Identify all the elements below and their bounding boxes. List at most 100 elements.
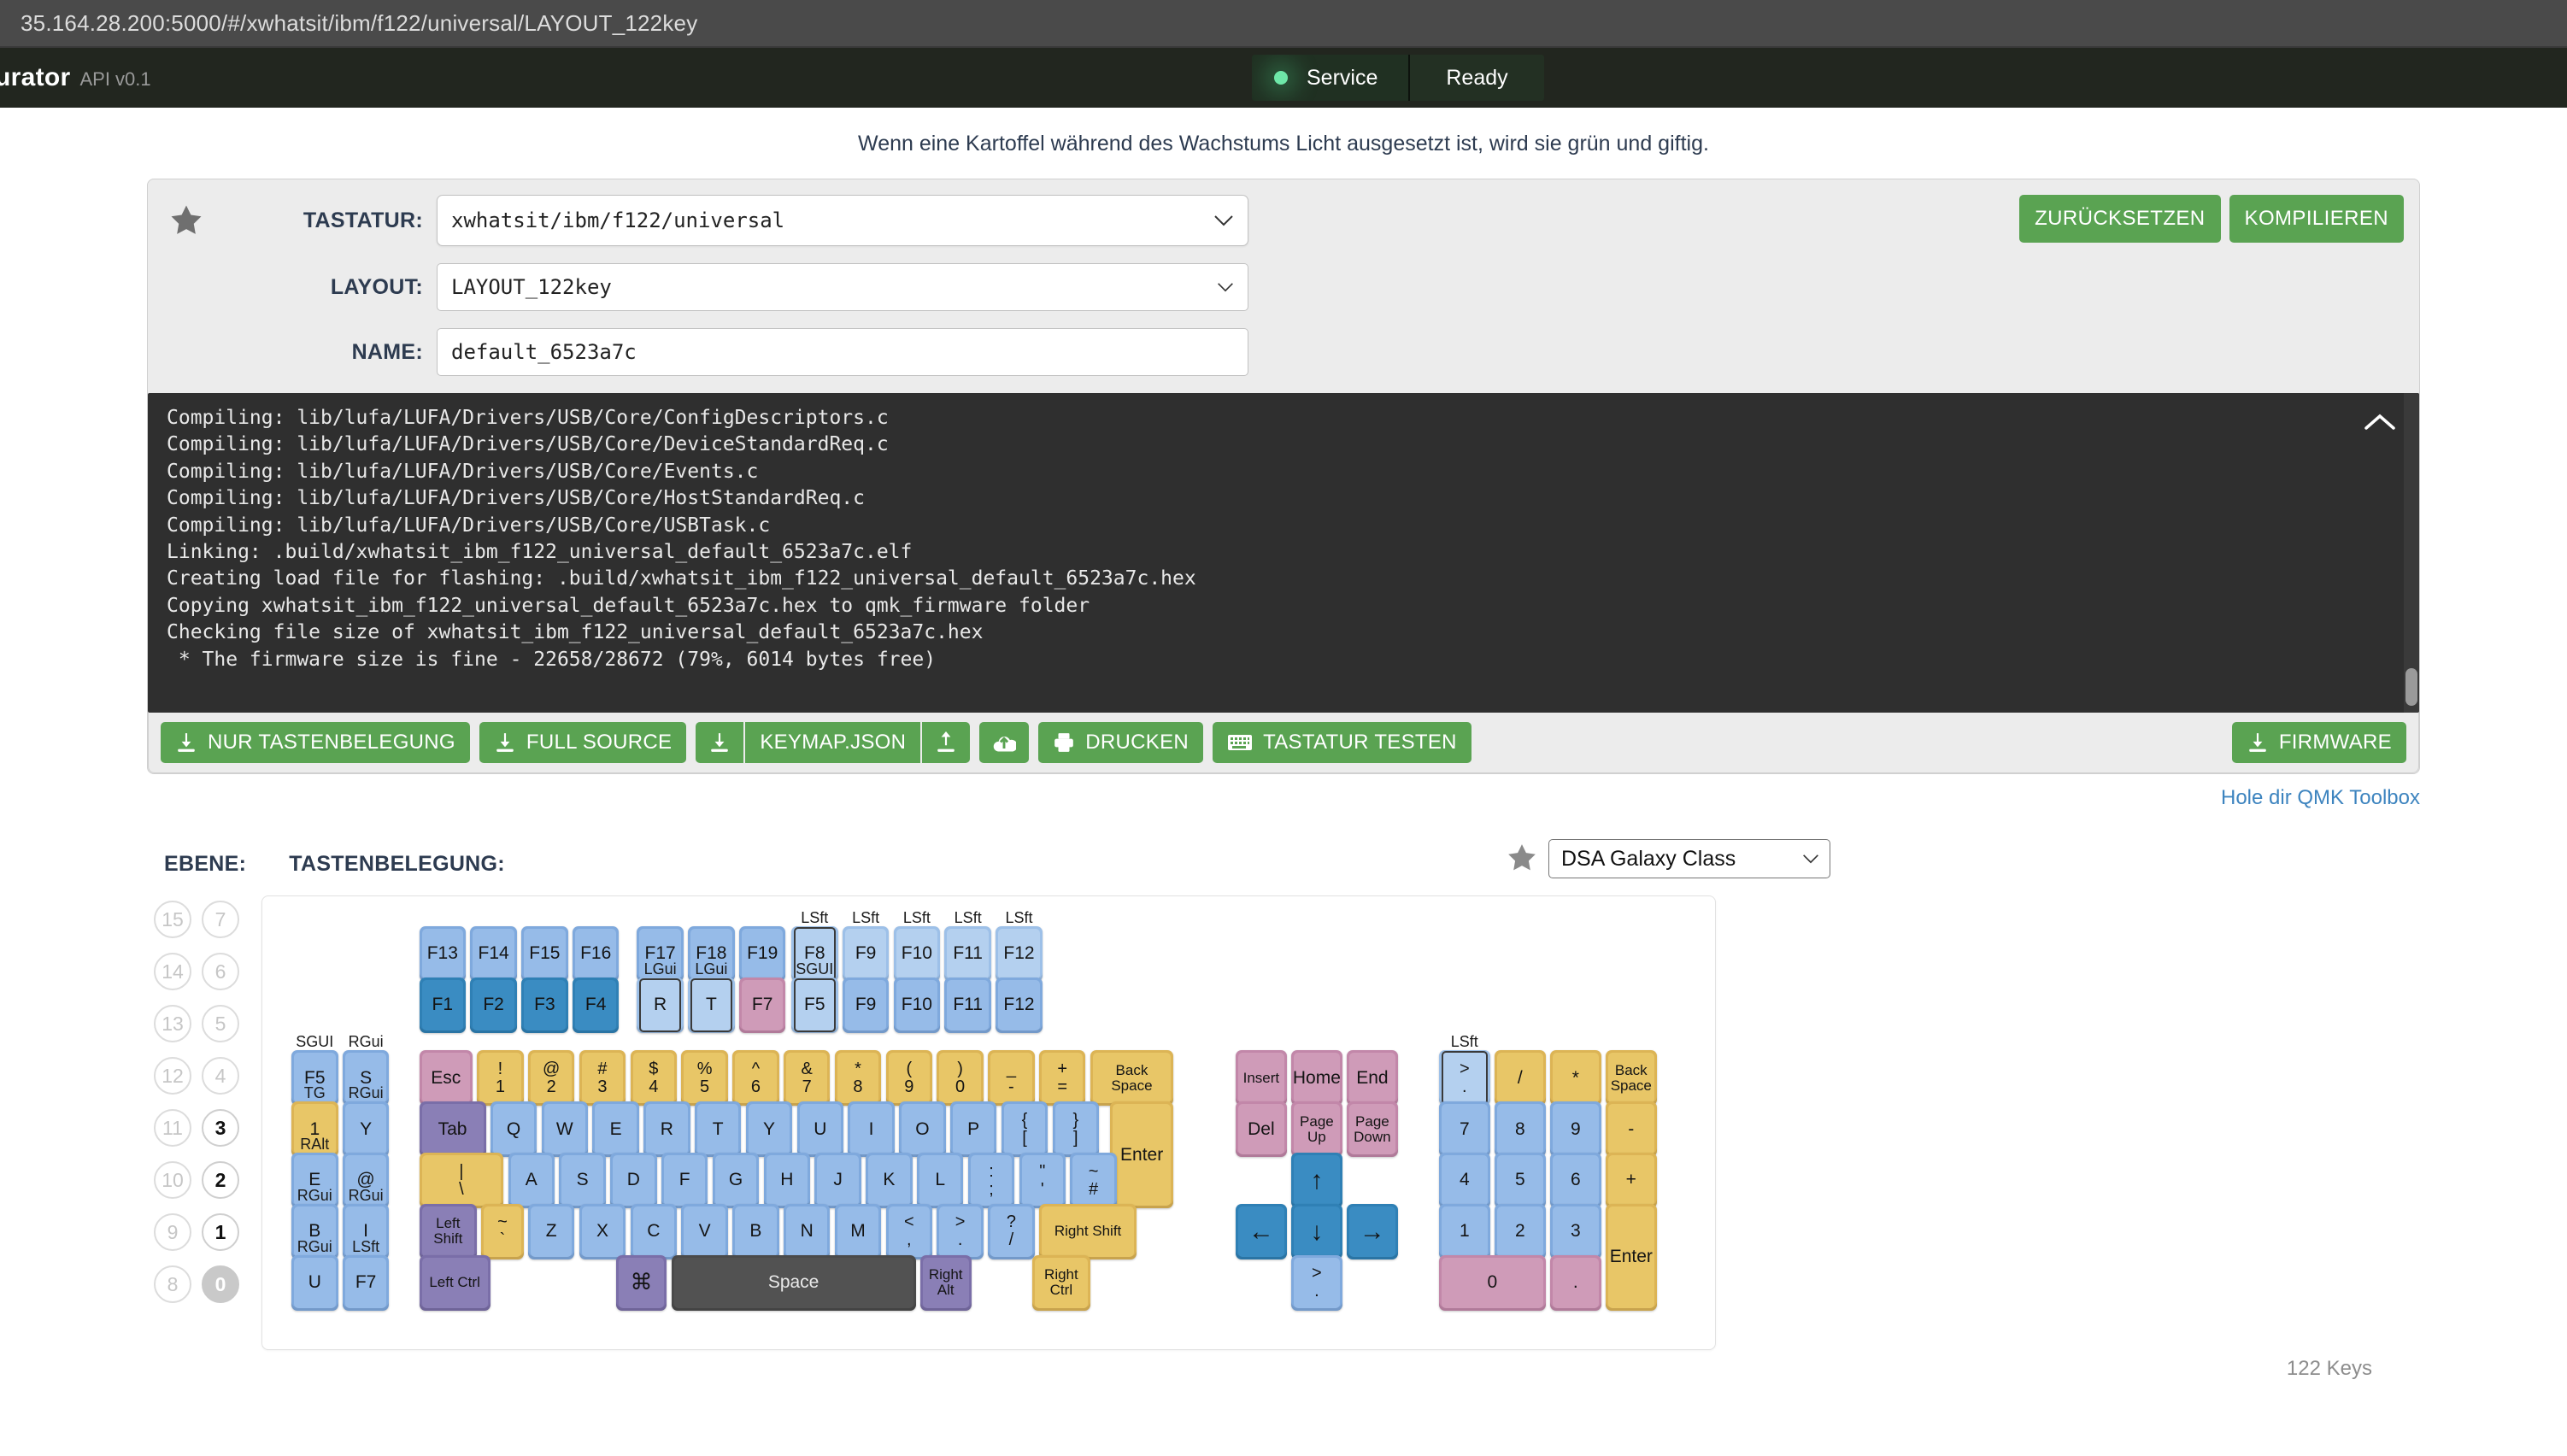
keycap[interactable]: G (712, 1153, 760, 1208)
layer-button-8[interactable]: 8 (154, 1265, 191, 1303)
keycap[interactable]: LSft F7 (342, 1238, 390, 1311)
reset-button[interactable]: ZURÜCKSETZEN (2019, 195, 2221, 243)
keycap[interactable]: SGUI F5 (791, 960, 838, 1033)
star-icon[interactable] (1506, 842, 1538, 877)
keycap[interactable]: + (1605, 1153, 1657, 1208)
keycap[interactable]: LSft F10 (893, 909, 941, 982)
keycap[interactable]: LSft >. (1438, 1034, 1490, 1107)
keycap[interactable]: F7 (738, 977, 786, 1033)
keycap[interactable]: #3 (579, 1050, 626, 1107)
keycap[interactable]: * (1549, 1050, 1601, 1107)
layer-button-15[interactable]: 15 (154, 901, 191, 938)
keycap[interactable]: Z (527, 1203, 575, 1259)
keycap[interactable]: C (630, 1203, 678, 1259)
keycap[interactable]: F1 (419, 977, 467, 1033)
keycap[interactable]: :; (967, 1153, 1015, 1208)
download-full-source-button[interactable]: FULL SOURCE (479, 722, 687, 763)
console-scroll-thumb[interactable] (2405, 668, 2417, 706)
keycap[interactable]: F16 (572, 925, 620, 982)
keycap[interactable]: % 5 (681, 1050, 728, 1107)
keycap[interactable]: A (508, 1153, 555, 1208)
layer-button-13[interactable]: 13 (154, 1005, 191, 1042)
layer-button-10[interactable]: 10 (154, 1161, 191, 1199)
keycap[interactable]: S (559, 1153, 606, 1208)
chevron-up-icon[interactable] (2363, 410, 2397, 434)
layer-button-3[interactable]: 3 (202, 1109, 239, 1147)
keycap[interactable]: Insert (1236, 1050, 1287, 1107)
keymap-name-input[interactable]: default_6523a7c (437, 328, 1248, 376)
keycap[interactable]: Enter (1110, 1101, 1174, 1208)
keycap[interactable]: ) 0 (937, 1050, 984, 1107)
keycap[interactable]: F10 (893, 977, 941, 1033)
keycap[interactable]: {[ (1001, 1101, 1049, 1158)
download-firmware-button[interactable]: FIRMWARE (2231, 722, 2406, 763)
keycap[interactable]: @ (342, 1153, 390, 1208)
keycap[interactable]: ? / (988, 1203, 1035, 1259)
keycap[interactable]: I (848, 1101, 895, 1158)
layout-select[interactable]: LAYOUT_122key (437, 263, 1248, 311)
compile-button[interactable]: KOMPILIEREN (2229, 195, 2404, 243)
keycap[interactable]: 2 (1494, 1203, 1546, 1259)
keycap[interactable]: Right Ctrl (1032, 1254, 1090, 1311)
keycap[interactable]: LGui T (688, 960, 735, 1033)
keycap[interactable]: >. (1291, 1254, 1342, 1311)
star-icon[interactable] (167, 201, 206, 240)
keycap[interactable]: B (732, 1203, 779, 1259)
keycap[interactable]: RGui S (342, 1034, 390, 1107)
layer-button-4[interactable]: 4 (202, 1057, 239, 1095)
keycap[interactable]: F17 (637, 925, 684, 982)
keycap[interactable]: Del (1236, 1101, 1287, 1158)
keymap-json-label-button[interactable]: KEYMAP.JSON (745, 722, 921, 763)
layer-button-5[interactable]: 5 (202, 1005, 239, 1042)
layer-button-6[interactable]: 6 (202, 953, 239, 990)
keycap[interactable]: LSft F9 (842, 909, 890, 982)
keycap[interactable]: LSft F12 (996, 909, 1043, 982)
keycap[interactable]: 9 (1549, 1101, 1601, 1158)
layer-button-12[interactable]: 12 (154, 1057, 191, 1095)
keycap[interactable]: D (610, 1153, 657, 1208)
keycap[interactable]: Esc (419, 1050, 473, 1107)
keycap[interactable]: & 7 (783, 1050, 831, 1107)
keycap[interactable]: V (681, 1203, 728, 1259)
keycap[interactable]: Space (671, 1254, 916, 1311)
keycap[interactable]: F11 (944, 977, 991, 1033)
keycap[interactable]: M (834, 1203, 882, 1259)
keycap[interactable]: R (643, 1101, 690, 1158)
keycap[interactable]: Page Down (1347, 1101, 1398, 1158)
console-scrollbar[interactable] (2404, 393, 2419, 713)
keycap[interactable]: RGui B (291, 1187, 338, 1259)
keycap[interactable]: ↑ (1291, 1153, 1342, 1208)
keycap[interactable]: (9 (885, 1050, 933, 1107)
keycap[interactable]: F3 (521, 977, 568, 1033)
keycap[interactable]: " ' (1019, 1153, 1066, 1208)
qmk-toolbox-link[interactable]: Hole dir QMK Toolbox (147, 786, 2420, 810)
keycap[interactable]: P (949, 1101, 997, 1158)
keycap[interactable]: TG 1 (291, 1085, 338, 1158)
keycap[interactable]: 4 (1438, 1153, 1490, 1208)
keycap[interactable]: RAlt E (291, 1136, 338, 1208)
keycap[interactable]: ! 1 (477, 1050, 524, 1107)
cloud-upload-button[interactable] (979, 722, 1030, 763)
keycap[interactable]: _ - (988, 1050, 1035, 1107)
keycap[interactable]: Right Shift (1038, 1203, 1137, 1259)
layer-button-14[interactable]: 14 (154, 953, 191, 990)
keycap[interactable]: Back Space (1090, 1050, 1174, 1107)
keycap[interactable]: Tab (419, 1101, 486, 1158)
keycap[interactable]: }] (1052, 1101, 1100, 1158)
keycap[interactable]: ↓ (1291, 1203, 1342, 1259)
keycap[interactable]: Right Alt (919, 1254, 972, 1311)
keycap[interactable]: Home (1291, 1050, 1342, 1107)
keycap[interactable]: F13 (419, 925, 467, 982)
keycap[interactable]: <, (885, 1203, 933, 1259)
keycap[interactable]: 8 (1494, 1101, 1546, 1158)
keycap[interactable]: Back Space (1605, 1050, 1657, 1107)
keycap[interactable]: ^ 6 (732, 1050, 779, 1107)
print-button[interactable]: DRUCKEN (1038, 722, 1204, 763)
browser-url-bar[interactable]: 35.164.28.200:5000/#/xwhatsit/ibm/f122/u… (0, 0, 2567, 46)
download-keymap-json-button[interactable] (696, 722, 744, 763)
keycap[interactable]: | \ (419, 1153, 504, 1208)
keycap[interactable]: K (866, 1153, 913, 1208)
keycap[interactable]: N (783, 1203, 831, 1259)
keycap[interactable]: LGui R (637, 960, 684, 1033)
keycap[interactable]: 7 (1438, 1101, 1490, 1158)
